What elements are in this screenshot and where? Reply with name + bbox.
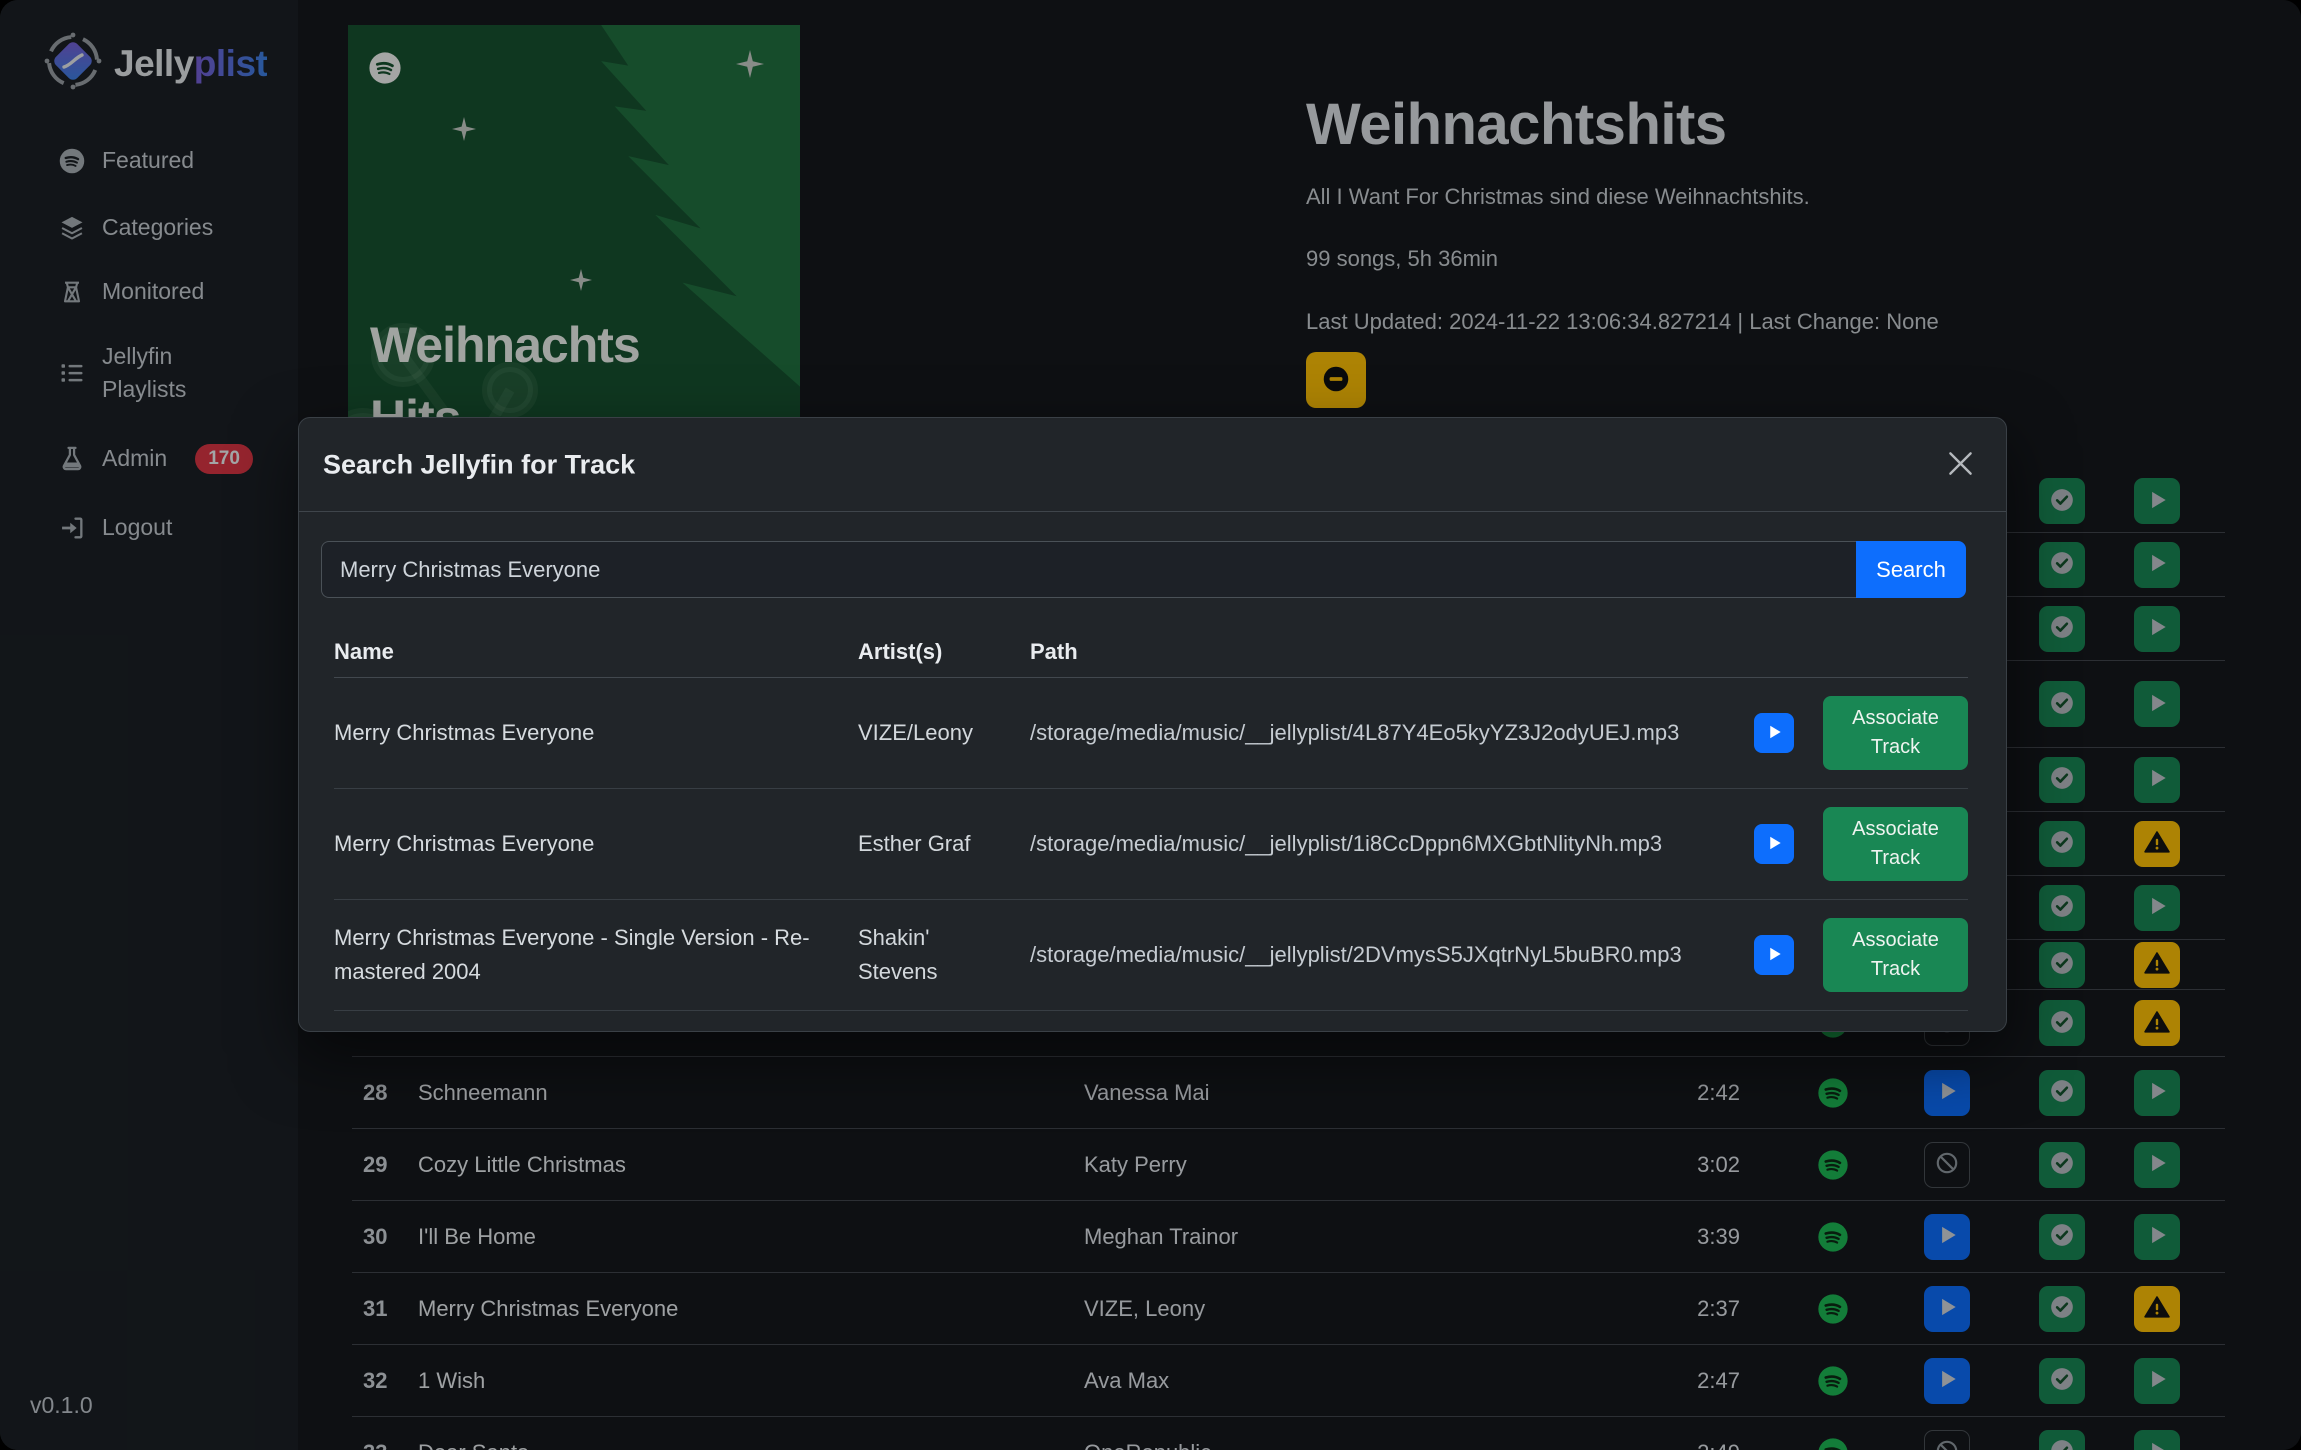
result-name: Merry Christmas Everyone xyxy=(334,827,858,861)
results-table-header: Name Artist(s) Path xyxy=(334,626,1968,678)
search-result-row: Merry Christmas Everyone - Single Versio… xyxy=(334,900,1968,1011)
play-icon xyxy=(1764,722,1784,745)
result-name: Merry Christmas Everyone - Single Versio… xyxy=(334,921,858,989)
associate-track-button[interactable]: Associate Track xyxy=(1823,696,1968,770)
modal-header: Search Jellyfin for Track xyxy=(299,418,2006,512)
search-input[interactable] xyxy=(321,541,1856,598)
search-button[interactable]: Search xyxy=(1856,541,1966,598)
preview-play-button[interactable] xyxy=(1754,713,1794,753)
associate-track-button[interactable]: Associate Track xyxy=(1823,918,1968,992)
play-icon xyxy=(1764,833,1784,856)
result-artists: VIZE/Leony xyxy=(858,716,1030,750)
column-name: Name xyxy=(334,639,858,665)
result-artists: Shakin' Stevens xyxy=(858,921,1030,989)
results-table: Name Artist(s) Path Merry Christmas Ever… xyxy=(334,626,1968,1011)
preview-play-button[interactable] xyxy=(1754,824,1794,864)
app-window: 28 Schneemann Vanessa Mai 2:42 29 Cozy L… xyxy=(0,0,2301,1450)
close-button[interactable] xyxy=(1943,446,1978,484)
associate-track-button[interactable]: Associate Track xyxy=(1823,807,1968,881)
preview-play-button[interactable] xyxy=(1754,935,1794,975)
search-result-row: Merry Christmas Everyone Esther Graf /st… xyxy=(334,789,1968,900)
search-jellyfin-modal: Search Jellyfin for Track Search Name Ar… xyxy=(298,417,2007,1032)
column-path: Path xyxy=(1030,639,1754,665)
modal-title: Search Jellyfin for Track xyxy=(323,449,635,480)
result-path: /storage/media/music/__jellyplist/1i8CcD… xyxy=(1030,831,1754,857)
result-artists: Esther Graf xyxy=(858,827,1030,861)
result-path: /storage/media/music/__jellyplist/2DVmys… xyxy=(1030,942,1754,968)
result-path: /storage/media/music/__jellyplist/4L87Y4… xyxy=(1030,720,1754,746)
search-input-group: Search xyxy=(321,541,1966,598)
column-artists: Artist(s) xyxy=(858,639,1030,665)
modal-results-body: Merry Christmas Everyone VIZE/Leony /sto… xyxy=(334,678,1968,1011)
play-icon xyxy=(1764,944,1784,967)
close-icon xyxy=(1947,465,1974,480)
result-name: Merry Christmas Everyone xyxy=(334,716,858,750)
search-result-row: Merry Christmas Everyone VIZE/Leony /sto… xyxy=(334,678,1968,789)
